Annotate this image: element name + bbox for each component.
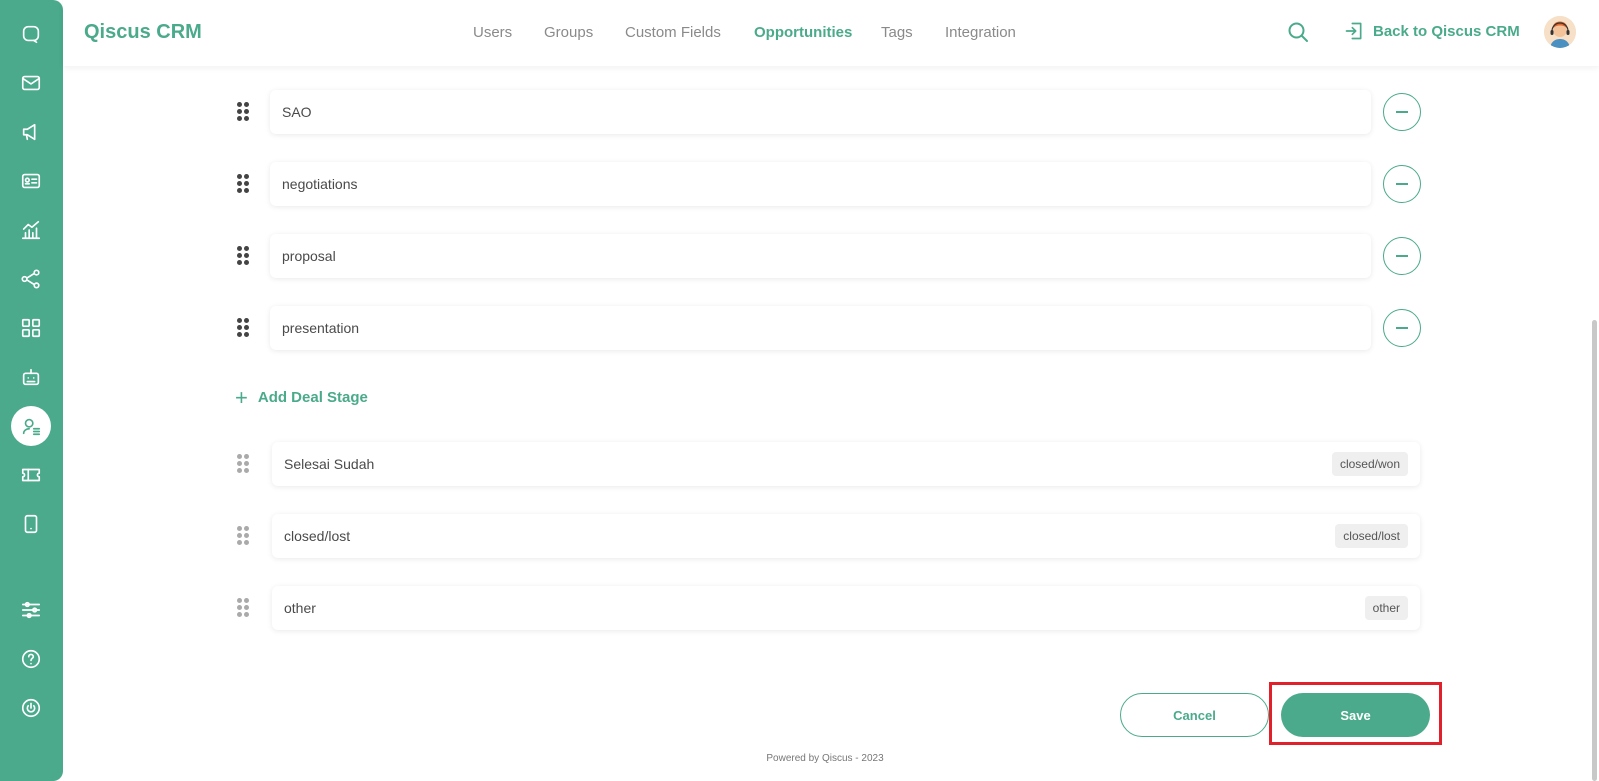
megaphone-icon[interactable] xyxy=(11,112,51,152)
drag-handle-icon[interactable] xyxy=(237,174,251,194)
cancel-button[interactable]: Cancel xyxy=(1120,693,1269,737)
mobile-icon[interactable] xyxy=(11,504,51,544)
add-deal-stage-label: Add Deal Stage xyxy=(257,389,368,406)
stage-input-presentation[interactable]: presentation xyxy=(270,306,1371,350)
fixed-stage-name: Selesai Sudah xyxy=(284,456,375,472)
search-icon[interactable] xyxy=(1286,20,1310,44)
minus-icon xyxy=(1396,183,1408,185)
fixed-stage-name: other xyxy=(284,600,316,616)
stage-type-tag: closed/won xyxy=(1331,452,1408,476)
remove-stage-button[interactable] xyxy=(1383,309,1421,347)
remove-stage-button[interactable] xyxy=(1383,237,1421,275)
analytics-icon[interactable] xyxy=(11,210,51,250)
drag-handle-icon xyxy=(237,454,251,474)
scrollbar[interactable] xyxy=(1592,320,1597,781)
back-to-crm-link[interactable]: Back to Qiscus CRM xyxy=(1344,21,1520,41)
sidebar xyxy=(0,0,63,781)
chat-icon[interactable] xyxy=(11,14,51,54)
stage-input-sao[interactable]: SAO xyxy=(270,90,1371,134)
apps-grid-icon[interactable] xyxy=(11,308,51,348)
help-icon[interactable] xyxy=(11,639,51,679)
nav-users[interactable]: Users xyxy=(473,24,512,41)
fixed-stage-row[interactable]: other other xyxy=(272,586,1420,630)
nav-opportunities[interactable]: Opportunities xyxy=(754,24,852,41)
avatar[interactable] xyxy=(1544,16,1576,48)
contact-card-icon[interactable] xyxy=(11,161,51,201)
crm-agent-icon[interactable] xyxy=(11,406,51,446)
fixed-stage-row[interactable]: Selesai Sudah closed/won xyxy=(272,442,1420,486)
drag-handle-icon[interactable] xyxy=(237,246,251,266)
remove-stage-button[interactable] xyxy=(1383,165,1421,203)
top-bar: Qiscus CRM Users Groups Custom Fields Op… xyxy=(63,0,1599,66)
add-deal-stage-button[interactable]: + Add Deal Stage xyxy=(235,384,368,410)
stage-type-tag: other xyxy=(1364,596,1408,620)
settings-sliders-icon[interactable] xyxy=(11,590,51,630)
nav-tags[interactable]: Tags xyxy=(881,24,913,41)
plus-icon: + xyxy=(235,384,248,410)
fixed-stage-name: closed/lost xyxy=(284,528,351,544)
nav-groups[interactable]: Groups xyxy=(544,24,593,41)
remove-stage-button[interactable] xyxy=(1383,93,1421,131)
bot-icon[interactable] xyxy=(11,357,51,397)
share-nodes-icon[interactable] xyxy=(11,259,51,299)
drag-handle-icon[interactable] xyxy=(237,102,251,122)
drag-handle-icon xyxy=(237,526,251,546)
minus-icon xyxy=(1396,111,1408,113)
mail-icon[interactable] xyxy=(11,63,51,103)
back-to-crm-label: Back to Qiscus CRM xyxy=(1373,22,1520,40)
highlight-box xyxy=(1269,682,1442,745)
power-icon[interactable] xyxy=(11,688,51,728)
brand-logo[interactable]: Qiscus CRM xyxy=(84,21,202,44)
nav-integration[interactable]: Integration xyxy=(945,24,1016,41)
stage-type-tag: closed/lost xyxy=(1335,524,1408,548)
ticket-icon[interactable] xyxy=(11,455,51,495)
drag-handle-icon xyxy=(237,598,251,618)
minus-icon xyxy=(1396,327,1408,329)
minus-icon xyxy=(1396,255,1408,257)
stage-input-negotiations[interactable]: negotiations xyxy=(270,162,1371,206)
nav-custom-fields[interactable]: Custom Fields xyxy=(625,24,721,41)
drag-handle-icon[interactable] xyxy=(237,318,251,338)
sign-in-icon xyxy=(1344,21,1364,41)
fixed-stage-row[interactable]: closed/lost closed/lost xyxy=(272,514,1420,558)
stage-input-proposal[interactable]: proposal xyxy=(270,234,1371,278)
footer-text: Powered by Qiscus - 2023 xyxy=(766,753,884,764)
